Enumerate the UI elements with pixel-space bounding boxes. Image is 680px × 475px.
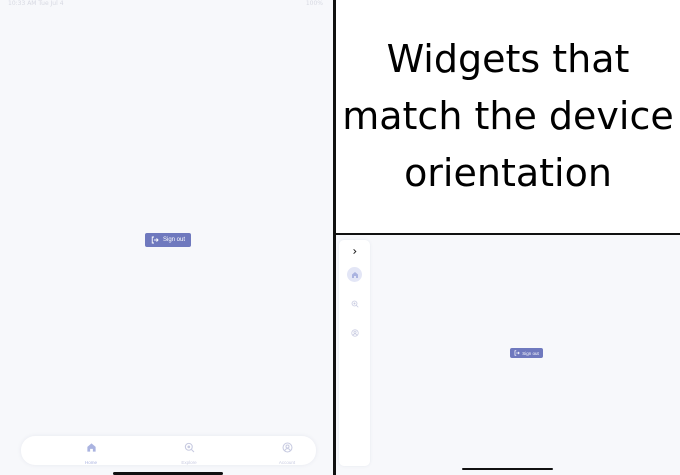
status-bar: 10:33 AM Tue Jul 4 100% (0, 0, 333, 8)
sign-out-button[interactable]: Sign out (510, 348, 543, 358)
status-battery: 100% (305, 0, 323, 7)
caption-line-1: Widgets that (386, 37, 630, 81)
rail-expand-toggle[interactable] (348, 245, 360, 257)
rail-item-account[interactable] (347, 325, 362, 340)
caption-text: Widgets that match the device orientatio… (336, 31, 680, 202)
nav-item-home[interactable]: Home (71, 440, 111, 465)
navigation-rail (339, 240, 370, 466)
account-icon (282, 440, 293, 458)
status-time: 10:33 AM Tue Jul 4 (8, 0, 64, 7)
screenshot-root: 10:33 AM Tue Jul 4 100% Sign out Home Ex… (0, 0, 680, 475)
home-icon (86, 440, 97, 458)
bottom-navigation-bar: Home Explore Account (21, 436, 316, 465)
landscape-device-screen (336, 235, 680, 475)
nav-item-account[interactable]: Account (267, 440, 307, 465)
caption-line-3: orientation (404, 151, 612, 195)
nav-label-home: Home (84, 460, 97, 465)
chevron-right-icon (351, 242, 358, 260)
sign-out-label: Sign out (162, 237, 186, 243)
nav-label-explore: Explore (181, 460, 197, 465)
rail-item-explore[interactable] (347, 296, 362, 311)
sign-out-button[interactable]: Sign out (145, 233, 191, 247)
caption-line-2: match the device (342, 94, 674, 138)
nav-item-explore[interactable]: Explore (169, 440, 209, 465)
account-icon (350, 324, 359, 342)
home-indicator (462, 468, 553, 470)
sign-out-icon (151, 236, 159, 244)
home-icon (351, 266, 359, 284)
caption-panel: Widgets that match the device orientatio… (336, 0, 680, 233)
nav-label-account: Account (278, 460, 296, 465)
explore-icon (184, 440, 195, 458)
sign-out-icon (514, 350, 520, 356)
portrait-device-screen: 10:33 AM Tue Jul 4 100% Sign out Home Ex… (0, 0, 333, 475)
explore-icon (351, 295, 359, 313)
sign-out-label: Sign out (522, 350, 539, 356)
rail-item-home[interactable] (347, 267, 362, 282)
